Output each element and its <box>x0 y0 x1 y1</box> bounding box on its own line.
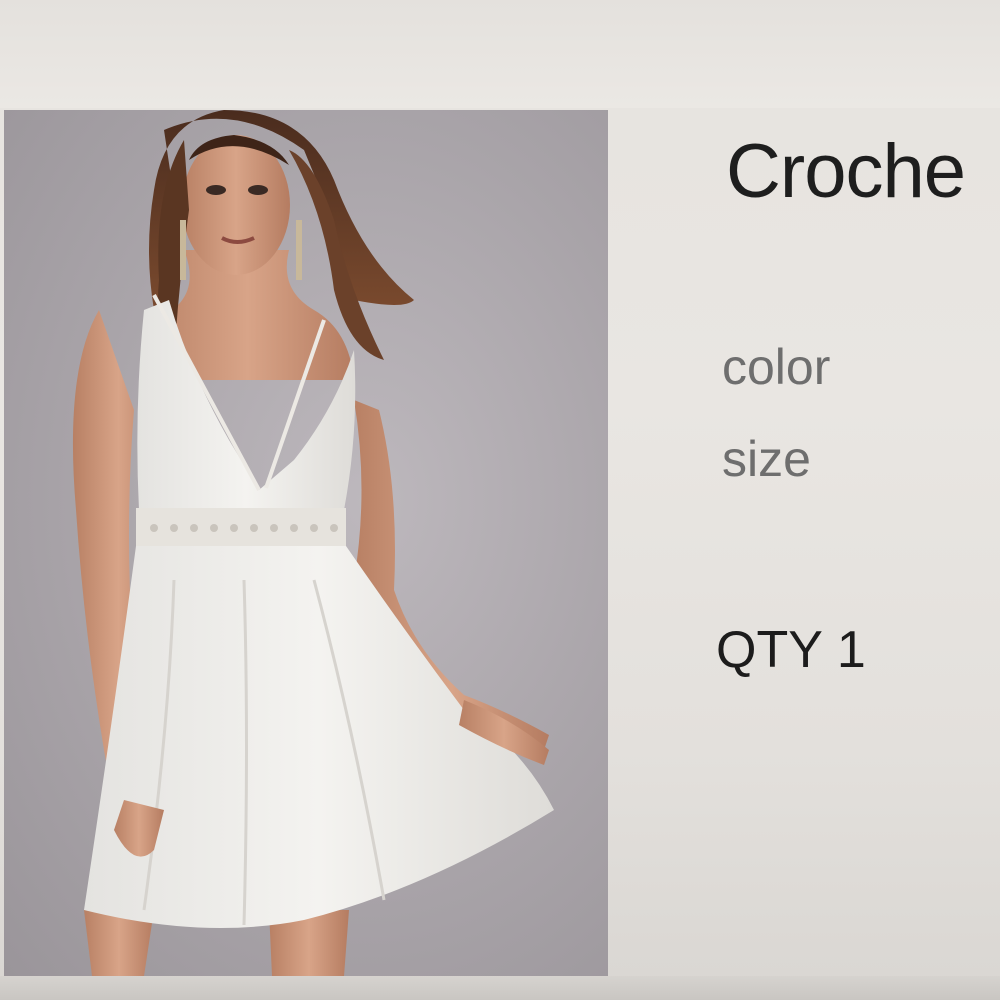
top-bar <box>0 0 1000 108</box>
quantity[interactable]: QTY 1 <box>716 620 866 680</box>
size-option-label[interactable]: size <box>722 430 811 488</box>
product-title: Croche <box>726 129 966 214</box>
color-option-label[interactable]: color <box>722 338 830 396</box>
product-photo-illustration <box>72 110 554 976</box>
quantity-value: 1 <box>836 621 866 679</box>
bottom-edge <box>0 976 1000 1000</box>
quantity-label: QTY <box>716 621 823 679</box>
product-image[interactable] <box>4 110 608 976</box>
product-page: Croche color size QTY 1 <box>0 0 1000 1000</box>
